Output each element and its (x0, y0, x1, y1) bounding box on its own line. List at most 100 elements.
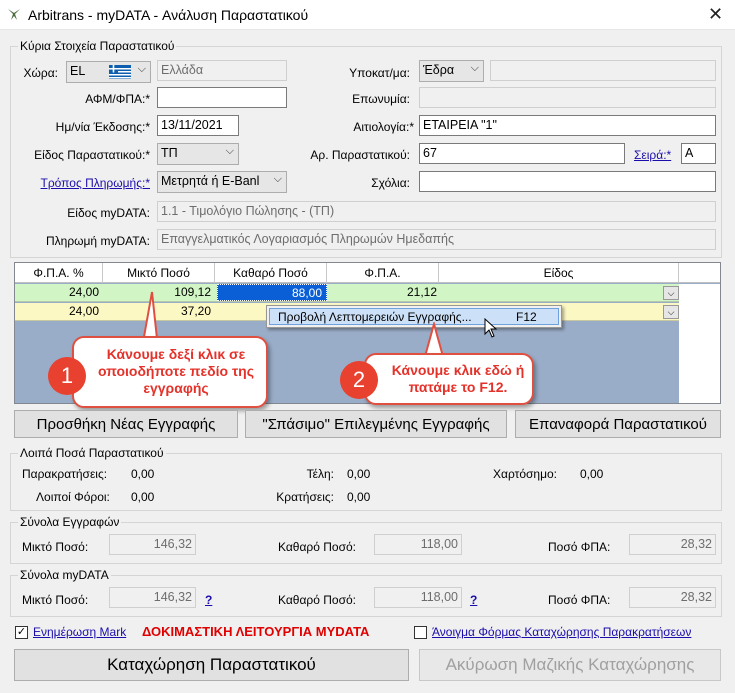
stamp-value: 0,00 (580, 467, 604, 481)
mydata-gross-help-link[interactable]: ? (205, 593, 212, 607)
context-menu-item-view-details[interactable]: Προβολή Λεπτομερειών Εγγραφής... F12 (269, 308, 559, 325)
doc-number-field[interactable]: 67 (419, 143, 625, 164)
mydata-vat-label: Ποσό ΦΠΑ: (548, 593, 611, 607)
chevron-down-icon[interactable]: ⌵ (663, 305, 679, 319)
cell-vat[interactable]: 21,12 (327, 284, 439, 301)
withholdings-value: 0,00 (131, 467, 155, 481)
issue-date-field[interactable]: 13/11/2021 (157, 115, 239, 136)
payment-method-value: Μετρητά ή E-Banl (161, 174, 260, 188)
afm-field[interactable] (157, 87, 287, 108)
withholdings-label: Παρακρατήσεις: (22, 467, 108, 481)
row-gross-label: Μικτό Ποσό: (22, 540, 89, 554)
subsidiary-label: Υποκατ/μα: (349, 66, 410, 80)
open-withholdings-link[interactable]: Άνοιγμα Φόρμας Καταχώρησης Παρακρατήσεων (432, 625, 691, 639)
reason-field[interactable]: ΕΤΑΙΡΕΙΑ "1" (419, 115, 716, 136)
title-bar: Arbitrans - myDATA - Ανάλυση Παραστατικο… (0, 0, 735, 30)
chevron-down-icon[interactable]: ⌵ (663, 286, 679, 300)
country-name-field: Ελλάδα (157, 60, 287, 81)
table-row[interactable]: 24,00 109,12 88,00 21,12 ⌵ (15, 284, 720, 302)
country-code: EL (70, 64, 86, 78)
greek-flag-icon (109, 65, 131, 79)
deductions-value: 0,00 (347, 490, 371, 504)
doc-number-label: Αρ. Παραστατικού: (310, 148, 410, 162)
callout-1-bubble: Κάνουμε δεξί κλικ σε οποιοδήποτε πεδίο τ… (72, 336, 268, 408)
window-title: Arbitrans - myDATA - Ανάλυση Παραστατικο… (28, 7, 309, 23)
add-row-button[interactable]: Προσθήκη Νέας Εγγραφής (14, 410, 238, 438)
mydata-type-field: 1.1 - Τιμολόγιο Πώλησης - (ΤΠ) (157, 201, 716, 222)
mydata-payment-label: Πληρωμή myDATA: (45, 234, 150, 248)
mydata-net-label: Καθαρό Ποσό: (278, 593, 356, 607)
country-label: Χώρα: (23, 66, 58, 80)
other-amounts-label: Λοιπά Ποσά Παραστατικού (18, 446, 166, 460)
doc-type-value: ΤΠ (161, 146, 178, 160)
row-vat-label: Ποσό ΦΠΑ: (548, 540, 611, 554)
split-row-button[interactable]: "Σπάσιμο" Επιλεγμένης Εγγραφής (245, 410, 507, 438)
mydata-vat-field: 28,32 (629, 587, 716, 608)
app-logo-icon (8, 9, 20, 20)
callout-1-number: 1 (48, 357, 86, 395)
cancel-bulk-button: Ακύρωση Μαζικής Καταχώρησης (419, 649, 721, 681)
test-mode-label: ΔΟΚΙΜΑΣΤΙΚΗ ΛΕΙΤΟΥΡΓΙΑ MYDATA (142, 624, 370, 639)
mydata-gross-label: Μικτό Ποσό: (22, 593, 89, 607)
cell-vat-pct[interactable]: 24,00 (15, 303, 103, 320)
callout-2-bubble: Κάνουμε κλικ εδώ ή πατάμε το F12. (364, 353, 534, 405)
other-taxes-value: 0,00 (131, 490, 155, 504)
col-header-vat-pct[interactable]: Φ.Π.Α. % (15, 263, 103, 283)
subsidiary-select[interactable]: Έδρα ⌵ (419, 60, 484, 82)
row-totals-label: Σύνολα Εγγραφών (18, 515, 122, 529)
update-mark-link[interactable]: Ενημέρωση Mark (33, 625, 126, 639)
row-gross-field: 146,32 (109, 534, 196, 555)
series-field[interactable]: Α (681, 143, 716, 164)
chevron-down-icon: ⌵ (470, 62, 479, 74)
grid-header: Φ.Π.Α. % Μικτό Ποσό Καθαρό Ποσό Φ.Π.Α. Ε… (15, 263, 720, 283)
context-menu-shortcut: F12 (516, 310, 537, 324)
callout-2-number: 2 (340, 361, 378, 399)
save-document-button[interactable]: Καταχώρηση Παραστατικού (14, 649, 409, 681)
col-header-gross[interactable]: Μικτό Ποσό (103, 263, 215, 283)
company-name-label: Επωνυμία: (352, 92, 410, 106)
fees-label: Τέλη: (306, 467, 334, 481)
reason-label: Αιτιολογία:* (353, 120, 414, 134)
subsidiary-value: Έδρα (423, 63, 455, 77)
main-info-group-label: Κύρια Στοιχεία Παραστατικού (18, 39, 177, 53)
grid-empty-area (679, 284, 720, 403)
open-withholdings-checkbox[interactable] (414, 626, 427, 639)
fees-value: 0,00 (347, 467, 371, 481)
comments-field[interactable] (419, 171, 716, 192)
col-header-net[interactable]: Καθαρό Ποσό (215, 263, 327, 283)
series-link[interactable]: Σειρά:* (634, 148, 671, 162)
chevron-down-icon: ⌵ (137, 63, 146, 75)
col-header-type[interactable]: Είδος (439, 263, 679, 283)
deductions-label: Κρατήσεις: (276, 490, 334, 504)
mydata-net-help-link[interactable]: ? (470, 593, 477, 607)
close-icon[interactable]: ✕ (708, 4, 723, 25)
context-menu: Προβολή Λεπτομερειών Εγγραφής... F12 (266, 305, 562, 328)
cell-net[interactable]: 88,00 (217, 284, 327, 301)
mydata-totals-label: Σύνολα myDATA (18, 568, 111, 582)
comments-label: Σχόλια: (371, 176, 410, 190)
mouse-cursor-icon (484, 318, 498, 338)
col-header-vat[interactable]: Φ.Π.Α. (327, 263, 439, 283)
reset-doc-button[interactable]: Επαναφορά Παραστατικού (515, 410, 721, 438)
stamp-label: Χαρτόσημο: (493, 467, 558, 481)
chevron-down-icon: ⌵ (225, 145, 234, 157)
afm-label: ΑΦΜ/ΦΠΑ:* (85, 92, 150, 106)
doc-type-label: Είδος Παραστατικού:* (34, 148, 150, 162)
country-select[interactable]: EL ⌵ (66, 61, 151, 83)
doc-type-select[interactable]: ΤΠ ⌵ (157, 143, 239, 165)
chevron-down-icon: ⌵ (273, 173, 282, 186)
company-name-field (419, 87, 716, 108)
row-net-field: 118,00 (374, 534, 462, 555)
mydata-type-label: Είδος myDATA: (67, 206, 150, 220)
payment-method-link[interactable]: Τρόπος Πληρωμής:* (14, 176, 150, 190)
other-taxes-label: Λοιποί Φόροι: (36, 490, 110, 504)
mydata-payment-field: Επαγγελματικός Λογαριασμός Πληρωμών Ημεδ… (157, 229, 716, 250)
subsidiary-detail-field (490, 60, 716, 81)
update-mark-checkbox[interactable]: ✓ (15, 626, 28, 639)
payment-method-select[interactable]: Μετρητά ή E-Banl ⌵ (157, 171, 287, 193)
callout-2-text: Κάνουμε κλικ εδώ ή πατάμε το F12. (391, 362, 525, 395)
row-net-label: Καθαρό Ποσό: (278, 540, 356, 554)
mydata-net-field: 118,00 (374, 587, 462, 608)
cell-vat-pct[interactable]: 24,00 (15, 284, 103, 301)
issue-date-label: Ημ/νία Έκδοσης:* (55, 120, 150, 134)
